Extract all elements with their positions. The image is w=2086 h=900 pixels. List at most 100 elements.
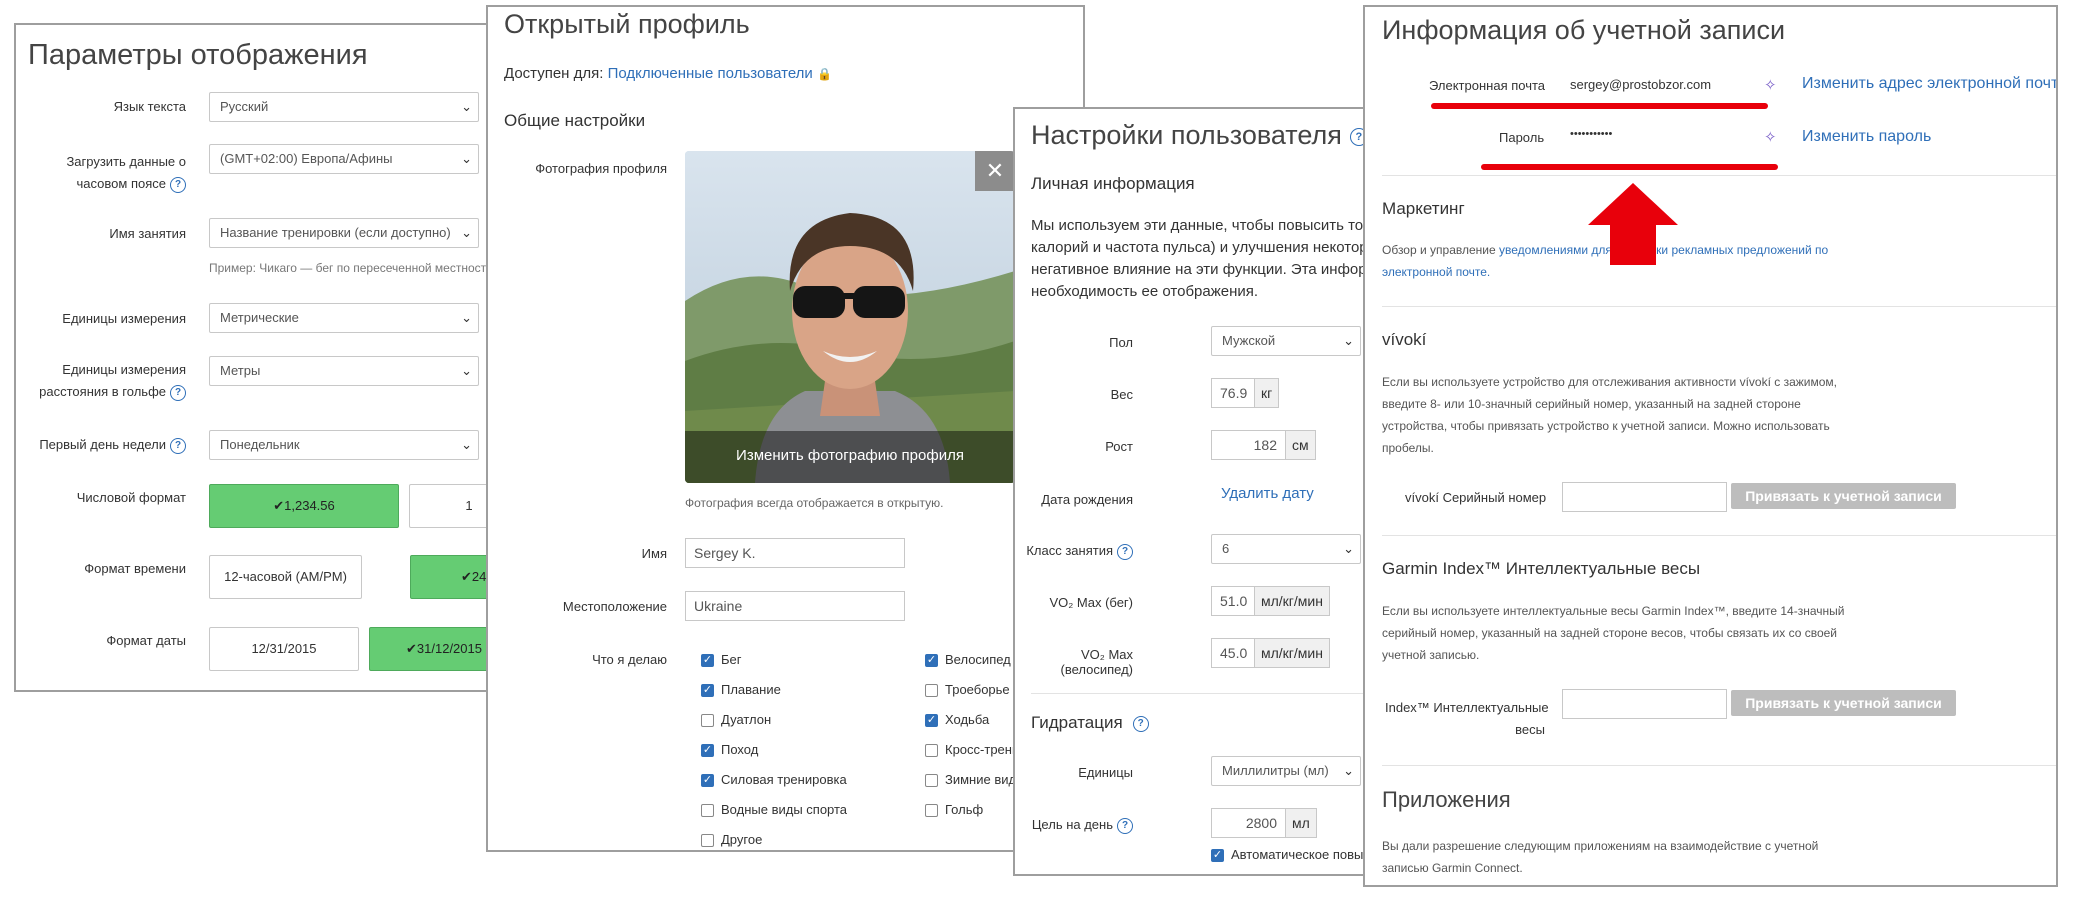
date-format-option-2[interactable]: ✔31/12/2015 bbox=[369, 627, 492, 671]
photo-close-button[interactable]: ✕ bbox=[975, 151, 1015, 191]
chevron-down-icon: ⌄ bbox=[461, 310, 472, 325]
units-select[interactable]: Метрические ⌄ bbox=[209, 303, 479, 333]
divider bbox=[1382, 765, 2056, 766]
marketing-link-2[interactable]: электронной почте. bbox=[1382, 265, 1490, 279]
auto-increase-checkbox[interactable]: ✓ bbox=[1211, 849, 1224, 862]
help-icon[interactable]: ? bbox=[1132, 715, 1149, 732]
photo-label: Фотография профиля bbox=[535, 161, 667, 176]
available-value-link[interactable]: Подключенные пользователи bbox=[608, 65, 813, 82]
user-settings-title: Настройки пользователя? bbox=[1031, 120, 1368, 151]
activity-checkbox-label: Плавание bbox=[721, 682, 781, 697]
activity-checkbox[interactable] bbox=[925, 804, 938, 817]
activity-checkbox[interactable]: ✓ bbox=[701, 774, 714, 787]
time-format-option-2[interactable]: ✔24 bbox=[410, 555, 492, 599]
marketing-title: Маркетинг bbox=[1382, 199, 1465, 218]
name-input[interactable]: Sergey K. bbox=[685, 538, 905, 568]
activity-checkbox[interactable]: ✓ bbox=[925, 714, 938, 727]
vo2-run-label: VO₂ Max (бег) bbox=[1049, 595, 1133, 610]
check-icon: ✔ bbox=[461, 569, 472, 584]
photo-note: Фотография всегда отображается в открыту… bbox=[685, 496, 944, 510]
divider bbox=[1382, 175, 2056, 176]
change-email-link[interactable]: Изменить адрес электронной почты bbox=[1802, 75, 2056, 93]
height-input[interactable]: 182 bbox=[1211, 430, 1286, 460]
change-password-link[interactable]: Изменить пароль bbox=[1802, 128, 1931, 146]
location-label: Местоположение bbox=[562, 599, 667, 614]
vo2-run-input[interactable]: 51.0 bbox=[1211, 586, 1255, 616]
activity-checkbox[interactable] bbox=[925, 774, 938, 787]
user-settings-panel: Настройки пользователя? Личная информаци… bbox=[1013, 107, 1375, 876]
index-scale-link-button[interactable]: Привязать к учетной записи bbox=[1731, 690, 1956, 716]
daily-goal-input[interactable]: 2800 bbox=[1211, 808, 1286, 838]
help-icon[interactable]: ? bbox=[170, 176, 186, 193]
language-value: Русский bbox=[220, 99, 269, 114]
vo2-run-unit: мл/кг/мин bbox=[1255, 586, 1330, 616]
hydration-units-label: Единицы bbox=[1078, 765, 1133, 780]
golf-units-value: Метры bbox=[220, 363, 261, 378]
help-icon[interactable]: ? bbox=[1117, 543, 1133, 560]
units-value: Метрические bbox=[220, 310, 299, 325]
time-format-option-1[interactable]: 12-часовой (AM/PM) bbox=[209, 555, 362, 599]
golf-units-select[interactable]: Метры ⌄ bbox=[209, 356, 479, 386]
activity-name-hint: Пример: Чикаго — бег по пересеченной мес… bbox=[209, 261, 493, 275]
number-format-label: Числовой формат bbox=[76, 490, 186, 505]
vo2-bike-unit: мл/кг/мин bbox=[1255, 638, 1330, 668]
activity-checkbox[interactable]: ✓ bbox=[701, 684, 714, 697]
divider bbox=[1382, 306, 2056, 307]
activity-checkbox[interactable] bbox=[701, 804, 714, 817]
help-icon[interactable]: ? bbox=[170, 437, 186, 454]
activity-checkbox[interactable] bbox=[925, 744, 938, 757]
hydration-title: Гидратация? bbox=[1031, 713, 1149, 733]
birthdate-label: Дата рождения bbox=[1041, 492, 1133, 507]
weight-input[interactable]: 76.9 bbox=[1211, 378, 1255, 408]
gender-value: Мужской bbox=[1222, 333, 1276, 348]
divider bbox=[1382, 535, 2056, 536]
activity-checkbox[interactable]: ✓ bbox=[701, 654, 714, 667]
close-icon: ✕ bbox=[985, 158, 1005, 183]
chevron-down-icon: ⌄ bbox=[1343, 333, 1354, 348]
number-format-option-2[interactable]: 1 bbox=[409, 484, 492, 528]
profile-photo[interactable]: ✕ Изменить фотографию профиля bbox=[685, 151, 1015, 483]
height-label: Рост bbox=[1105, 439, 1133, 454]
activity-checkbox[interactable] bbox=[701, 834, 714, 847]
change-photo-overlay[interactable]: Изменить фотографию профиля bbox=[685, 431, 1015, 483]
location-input[interactable]: Ukraine bbox=[685, 591, 905, 621]
activity-checkbox-label: Гольф bbox=[945, 802, 984, 817]
hydration-units-select[interactable]: Миллилитры (мл) ⌄ bbox=[1211, 756, 1361, 786]
help-icon[interactable]: ? bbox=[1117, 817, 1133, 834]
gender-select[interactable]: Мужской ⌄ bbox=[1211, 326, 1361, 356]
activity-checkbox-label: Поход bbox=[721, 742, 759, 757]
activity-class-select[interactable]: 6 ⌄ bbox=[1211, 534, 1361, 564]
check-icon: ✔ bbox=[273, 498, 285, 513]
sparkle-icon: ✧ bbox=[1764, 77, 1777, 94]
activity-name-select[interactable]: Название тренировки (если доступно) ⌄ bbox=[209, 218, 479, 248]
activity-checkbox[interactable] bbox=[701, 714, 714, 727]
activity-checkbox[interactable] bbox=[925, 684, 938, 697]
gender-label: Пол bbox=[1109, 335, 1133, 350]
chevron-down-icon: ⌄ bbox=[461, 363, 472, 378]
index-scale-input[interactable] bbox=[1562, 689, 1727, 719]
number-format-option-1[interactable]: ✔1,234.56 bbox=[209, 484, 399, 528]
height-unit: см bbox=[1286, 430, 1316, 460]
vivoki-serial-input[interactable] bbox=[1562, 482, 1727, 512]
annotation-underline-password bbox=[1481, 164, 1778, 170]
chevron-down-icon: ⌄ bbox=[461, 99, 472, 114]
week-start-select[interactable]: Понедельник ⌄ bbox=[209, 430, 479, 460]
timezone-label: Загрузить данные о часовом поясе? bbox=[66, 154, 186, 193]
index-scale-title: Garmin Index™ Интеллектуальные весы bbox=[1382, 559, 1701, 578]
index-scale-label: Index™ Интеллектуальные весы bbox=[1385, 700, 1549, 737]
vo2-bike-input[interactable]: 45.0 bbox=[1211, 638, 1255, 668]
date-format-option-1[interactable]: 12/31/2015 bbox=[209, 627, 359, 671]
remove-date-link[interactable]: Удалить дату bbox=[1221, 485, 1314, 502]
vivoki-link-button[interactable]: Привязать к учетной записи bbox=[1731, 483, 1956, 509]
week-start-value: Понедельник bbox=[220, 437, 300, 452]
date-format-label: Формат даты bbox=[106, 633, 186, 648]
account-info-panel: Информация об учетной записи Электронная… bbox=[1363, 5, 2058, 887]
activity-class-label: Класс занятия? bbox=[1026, 543, 1133, 560]
timezone-select[interactable]: (GMT+02:00) Европа/Афины ⌄ bbox=[209, 144, 479, 174]
language-select[interactable]: Русский ⌄ bbox=[209, 92, 479, 122]
activity-checkbox[interactable]: ✓ bbox=[701, 744, 714, 757]
activity-checkbox[interactable]: ✓ bbox=[925, 654, 938, 667]
chevron-down-icon: ⌄ bbox=[461, 151, 472, 166]
available-label: Доступен для: bbox=[504, 65, 604, 82]
help-icon[interactable]: ? bbox=[170, 384, 186, 401]
